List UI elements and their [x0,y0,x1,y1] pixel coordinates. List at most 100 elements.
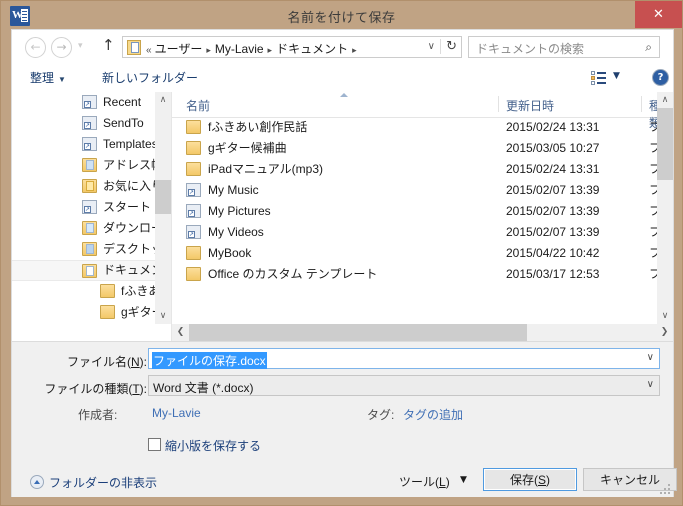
navpane-item-7[interactable]: デスクトップ [12,239,171,260]
file-name-cell: gギター候補曲 [208,141,287,155]
tags-value[interactable]: タグの追加 [403,406,463,423]
navpane-item-5[interactable]: ↗スタート メニュー [12,197,171,218]
filelist-hscroll-thumb[interactable] [189,324,527,341]
address-dropdown-icon[interactable]: ∨ [428,41,435,52]
navpane-item-9[interactable]: fふきあい創作民話 [12,281,171,302]
help-icon[interactable]: ? [652,69,669,86]
dialog-client-area: ← → ▾ ↑ «ユーザー ▸ My-Lavie ▸ ドキュメント ▸ ∨ ↻ ドキュメン… [11,29,677,497]
hide-folders-label: フォルダーの非表示 [49,476,158,490]
filename-input[interactable]: ファイルの保存.docx ∨ [148,348,660,369]
breadcrumb-item-1[interactable]: My-Lavie [215,42,264,56]
save-button[interactable]: 保存(S) [483,468,577,491]
file-name-cell: MyBook [208,246,252,260]
filename-chevron-down-icon[interactable]: ∨ [647,352,654,363]
navpane-item-8[interactable]: ドキュメント [12,260,171,281]
command-toolbar: 整理 ▼ 新しいフォルダー ▼ ? [12,63,673,93]
address-bar[interactable]: «ユーザー ▸ My-Lavie ▸ ドキュメント ▸ ∨ ↻ [122,36,462,58]
file-name-cell: fふきあい創作民話 [208,120,308,134]
shortcut-icon: ↗ [186,183,201,197]
shortcut-icon: ↗ [82,137,97,151]
navpane-item-label: アドレス帳 [103,158,164,172]
new-folder-button[interactable]: 新しいフォルダー [102,69,198,86]
table-row[interactable]: Office のカスタム テンプレート 2015/03/17 12:53 ファ [172,264,657,285]
tools-button[interactable]: ツール(L) [399,473,450,490]
breadcrumb-overflow-icon[interactable]: « [146,45,155,56]
search-input[interactable]: ドキュメントの検索 ⌕ [468,36,660,58]
author-value[interactable]: My-Lavie [152,406,201,420]
tags-label: タグ: [367,408,395,422]
save-as-dialog-window: W 名前を付けて保存 ✕ ← → ▾ ↑ «ユーザー ▸ My-Lavie ▸ ドキュメ… [0,0,683,506]
documents-folder-icon [127,40,141,55]
column-header-date[interactable]: 更新日時 [506,97,554,114]
navpane-item-3[interactable]: アドレス帳 [12,155,171,176]
file-type-cell: ファ [649,183,657,197]
file-list-pane: 名前 更新日時 種類 fふきあい創作民話2015/02/24 13:31ファgギ… [172,92,673,341]
breadcrumb-item-0[interactable]: ユーザー [155,42,203,56]
up-icon[interactable]: ↑ [102,36,115,54]
navpane-item-2[interactable]: ↗ Templates [12,134,171,155]
table-row[interactable]: ↗ My Music 2015/02/07 13:39 ファ [172,180,657,201]
filelist-scroll-right-icon[interactable]: ❯ [656,324,673,341]
save-thumbnail-checkbox[interactable] [148,438,161,451]
refresh-icon[interactable]: ↻ [440,39,457,54]
filelist-scroll-down-icon[interactable]: ∨ [657,308,673,324]
save-thumbnail-label[interactable]: 縮小版を保存する [165,437,261,454]
list-view-icon[interactable] [591,71,606,85]
navpane-item-6[interactable]: ダウンロード [12,218,171,239]
forward-icon[interactable]: → [51,37,72,58]
navpane-item-4[interactable]: お気に入り [12,176,171,197]
navpane-item-10[interactable]: gギター候補曲 [12,302,171,323]
navigation-bar: ← → ▾ ↑ «ユーザー ▸ My-Lavie ▸ ドキュメント ▸ ∨ ↻ ドキュメン… [12,30,673,63]
filelist-horizontal-scrollbar[interactable]: ❮ ❯ [172,324,673,341]
filetype-value: Word 文書 (*.docx) [153,381,254,395]
navpane-scroll-thumb[interactable] [155,180,171,214]
shortcut-icon: ↗ [186,225,201,239]
shortcut-icon: ↗ [82,95,97,109]
file-type-cell: ファ [649,141,657,155]
organize-button[interactable]: 整理 ▼ [30,69,66,86]
tools-chevron-down-icon[interactable]: ▼ [460,475,467,485]
folder-icon [186,141,201,155]
table-row[interactable]: ↗ My Videos 2015/02/07 13:39 ファ [172,222,657,243]
view-chevron-down-icon[interactable]: ▼ [613,71,620,81]
search-placeholder: ドキュメントの検索 [476,42,585,56]
folder-favorites-icon [82,179,97,193]
file-type-cell: ファ [649,204,657,218]
navpane-scroll-up-icon[interactable]: ∧ [155,92,171,108]
breadcrumb-item-2[interactable]: ドキュメント [276,42,348,56]
folder-icon [186,267,201,281]
file-name-cell: Office のカスタム テンプレート [208,267,378,281]
navpane-hscroll-filler [12,324,171,341]
navpane-item-1[interactable]: ↗ SendTo [12,113,171,134]
shortcut-icon: ↗ [82,116,97,130]
back-icon[interactable]: ← [25,37,46,58]
filetype-label: ファイルの種類(T): [44,382,147,396]
table-row[interactable]: gギター候補曲 2015/03/05 10:27 ファ [172,138,657,159]
folder-icon [186,120,201,134]
file-rows: fふきあい創作民話 2015/02/24 13:31 ファ gギター候補曲 2015/0… [172,117,657,320]
navpane-item-label: お気に入り [103,179,164,193]
table-row[interactable]: MyBook 2015/04/22 10:42 ファ [172,243,657,264]
history-dropdown-icon[interactable]: ▾ [78,41,83,51]
table-row[interactable]: ↗ My Pictures 2015/02/07 13:39 ファ [172,201,657,222]
table-row[interactable]: iPadマニュアル(mp3) 2015/02/24 13:31 ファ [172,159,657,180]
navigation-pane: ↗ Recent ↗ SendTo ↗ Templates アドレス帳お気に入り ↗ スタート … [12,92,171,324]
filelist-scroll-left-icon[interactable]: ❮ [172,324,189,341]
navpane-item-0[interactable]: ↗ Recent [12,92,171,113]
folder-documents-icon [82,264,97,278]
close-button[interactable]: ✕ [635,1,682,28]
folder-icon [186,162,201,176]
file-date-cell: 2015/02/24 13:31 [506,162,600,176]
navpane-scroll-down-icon[interactable]: ∨ [155,308,171,324]
file-type-cell: ファ [649,246,657,260]
table-row[interactable]: fふきあい創作民話 2015/02/24 13:31 ファ [172,117,657,138]
resize-grip[interactable] [660,484,670,494]
filelist-scroll-up-icon[interactable]: ∧ [657,92,673,108]
filetype-chevron-down-icon[interactable]: ∨ [647,379,654,390]
filelist-scroll-thumb[interactable] [657,108,673,180]
column-header-name[interactable]: 名前 [186,97,210,114]
filelist-vertical-scrollbar[interactable]: ∧ ∨ [657,92,673,324]
chevron-down-icon: ▼ [58,75,66,84]
navpane-vertical-scrollbar[interactable]: ∧ ∨ [155,92,171,324]
filetype-select[interactable]: Word 文書 (*.docx) ∨ [148,375,660,396]
